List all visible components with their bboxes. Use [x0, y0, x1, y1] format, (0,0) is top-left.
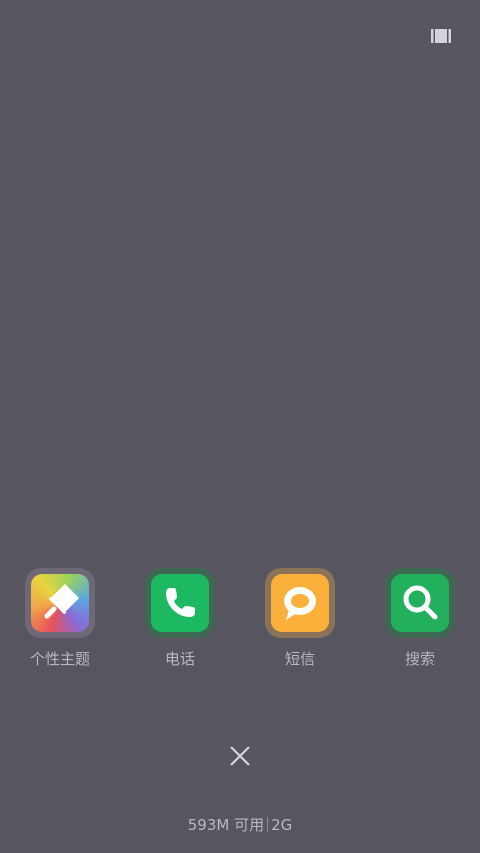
app-search[interactable]: 搜索: [360, 568, 480, 668]
memory-available: 593M 可用: [187, 816, 265, 834]
clear-all-button[interactable]: [222, 740, 258, 776]
app-icon-frame: [145, 568, 215, 638]
app-label: 搜索: [404, 650, 435, 668]
recent-apps-row: 个性主题 电话 短信 搜索: [0, 568, 480, 678]
app-themes[interactable]: 个性主题: [0, 568, 120, 668]
memory-status: 593M 可用 2G: [0, 815, 480, 835]
brush-icon: [31, 574, 89, 632]
view-toggle-icon: [431, 28, 451, 48]
app-icon-frame: [385, 568, 455, 638]
phone-icon: [151, 574, 209, 632]
app-messages[interactable]: 短信: [240, 568, 360, 668]
search-icon: [391, 574, 449, 632]
close-icon: [229, 745, 251, 771]
app-label: 短信: [284, 650, 315, 668]
app-label: 电话: [164, 650, 195, 668]
app-label: 个性主题: [29, 650, 90, 668]
memory-divider: [267, 817, 269, 832]
memory-total: 2G: [271, 816, 293, 834]
app-phone[interactable]: 电话: [120, 568, 240, 668]
view-toggle-button[interactable]: [425, 24, 457, 52]
app-icon-frame: [25, 568, 95, 638]
chat-bubble-icon: [271, 574, 329, 632]
app-icon-frame: [265, 568, 335, 638]
